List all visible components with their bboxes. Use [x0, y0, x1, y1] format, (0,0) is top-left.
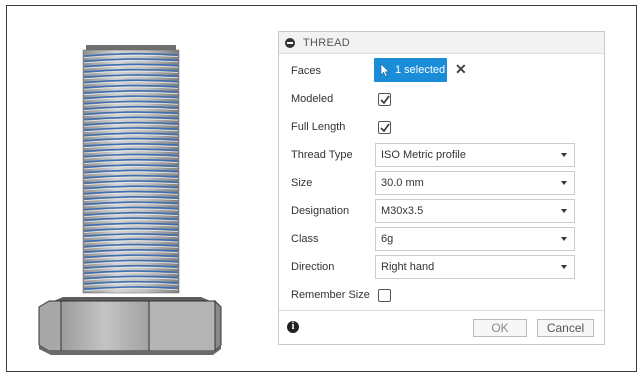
- class-label: Class: [291, 233, 319, 245]
- class-select[interactable]: 6g: [375, 227, 575, 251]
- thread-type-row: Thread Type ISO Metric profile: [279, 141, 604, 169]
- info-icon[interactable]: i: [287, 321, 299, 333]
- bolt-drawing[interactable]: [35, 45, 235, 357]
- dialog-footer: i OK Cancel: [279, 310, 604, 344]
- close-icon[interactable]: ✕: [455, 62, 467, 76]
- full-length-checkbox[interactable]: [378, 121, 391, 134]
- check-icon: [380, 123, 390, 133]
- dialog-title: THREAD: [303, 36, 351, 49]
- direction-select[interactable]: Right hand: [375, 255, 575, 279]
- ok-button[interactable]: OK: [473, 319, 527, 337]
- thread-type-select[interactable]: ISO Metric profile: [375, 143, 575, 167]
- modeled-row: Modeled: [279, 85, 604, 113]
- designation-row: Designation M30x3.5: [279, 197, 604, 225]
- chevron-down-icon: [561, 265, 567, 269]
- size-value: 30.0 mm: [381, 177, 424, 189]
- size-label: Size: [291, 177, 313, 189]
- designation-label: Designation: [291, 205, 350, 217]
- chevron-down-icon: [561, 181, 567, 185]
- hex-face-edge: [214, 299, 222, 353]
- hex-face-right: [148, 300, 216, 352]
- bolt-model[interactable]: [35, 45, 235, 357]
- full-length-label: Full Length: [291, 121, 346, 133]
- thread-type-label: Thread Type: [291, 149, 353, 161]
- cancel-button[interactable]: Cancel: [537, 319, 594, 337]
- thread-dialog: THREAD Faces 1 selected ✕ Modeled Full L…: [278, 31, 605, 345]
- remember-size-label: Remember Size: [291, 289, 370, 301]
- thread-type-value: ISO Metric profile: [381, 149, 466, 161]
- direction-label: Direction: [291, 261, 335, 273]
- full-length-row: Full Length: [279, 113, 604, 141]
- hex-face-left: [38, 300, 62, 352]
- modeled-checkbox[interactable]: [378, 93, 391, 106]
- check-icon: [380, 95, 390, 105]
- chevron-down-icon: [561, 237, 567, 241]
- direction-value: Right hand: [381, 261, 435, 273]
- hex-face-center: [60, 300, 150, 352]
- modeled-label: Modeled: [291, 93, 334, 105]
- size-select[interactable]: 30.0 mm: [375, 171, 575, 195]
- remember-size-checkbox[interactable]: [378, 289, 391, 302]
- dialog-header[interactable]: THREAD: [279, 32, 604, 54]
- direction-row: Direction Right hand: [279, 253, 604, 281]
- designation-value: M30x3.5: [381, 205, 424, 217]
- cursor-icon: [380, 63, 390, 77]
- remember-size-row: Remember Size: [279, 281, 604, 309]
- size-row: Size 30.0 mm: [279, 169, 604, 197]
- chevron-down-icon: [561, 153, 567, 157]
- class-row: Class 6g: [279, 225, 604, 253]
- designation-select[interactable]: M30x3.5: [375, 199, 575, 223]
- faces-select-button[interactable]: 1 selected: [374, 58, 447, 82]
- faces-selected-label: 1 selected: [395, 64, 446, 76]
- collapse-icon[interactable]: [285, 37, 295, 48]
- chevron-down-icon: [561, 209, 567, 213]
- faces-row: Faces 1 selected ✕: [279, 57, 604, 85]
- faces-label: Faces: [291, 65, 321, 77]
- class-value: 6g: [381, 233, 394, 245]
